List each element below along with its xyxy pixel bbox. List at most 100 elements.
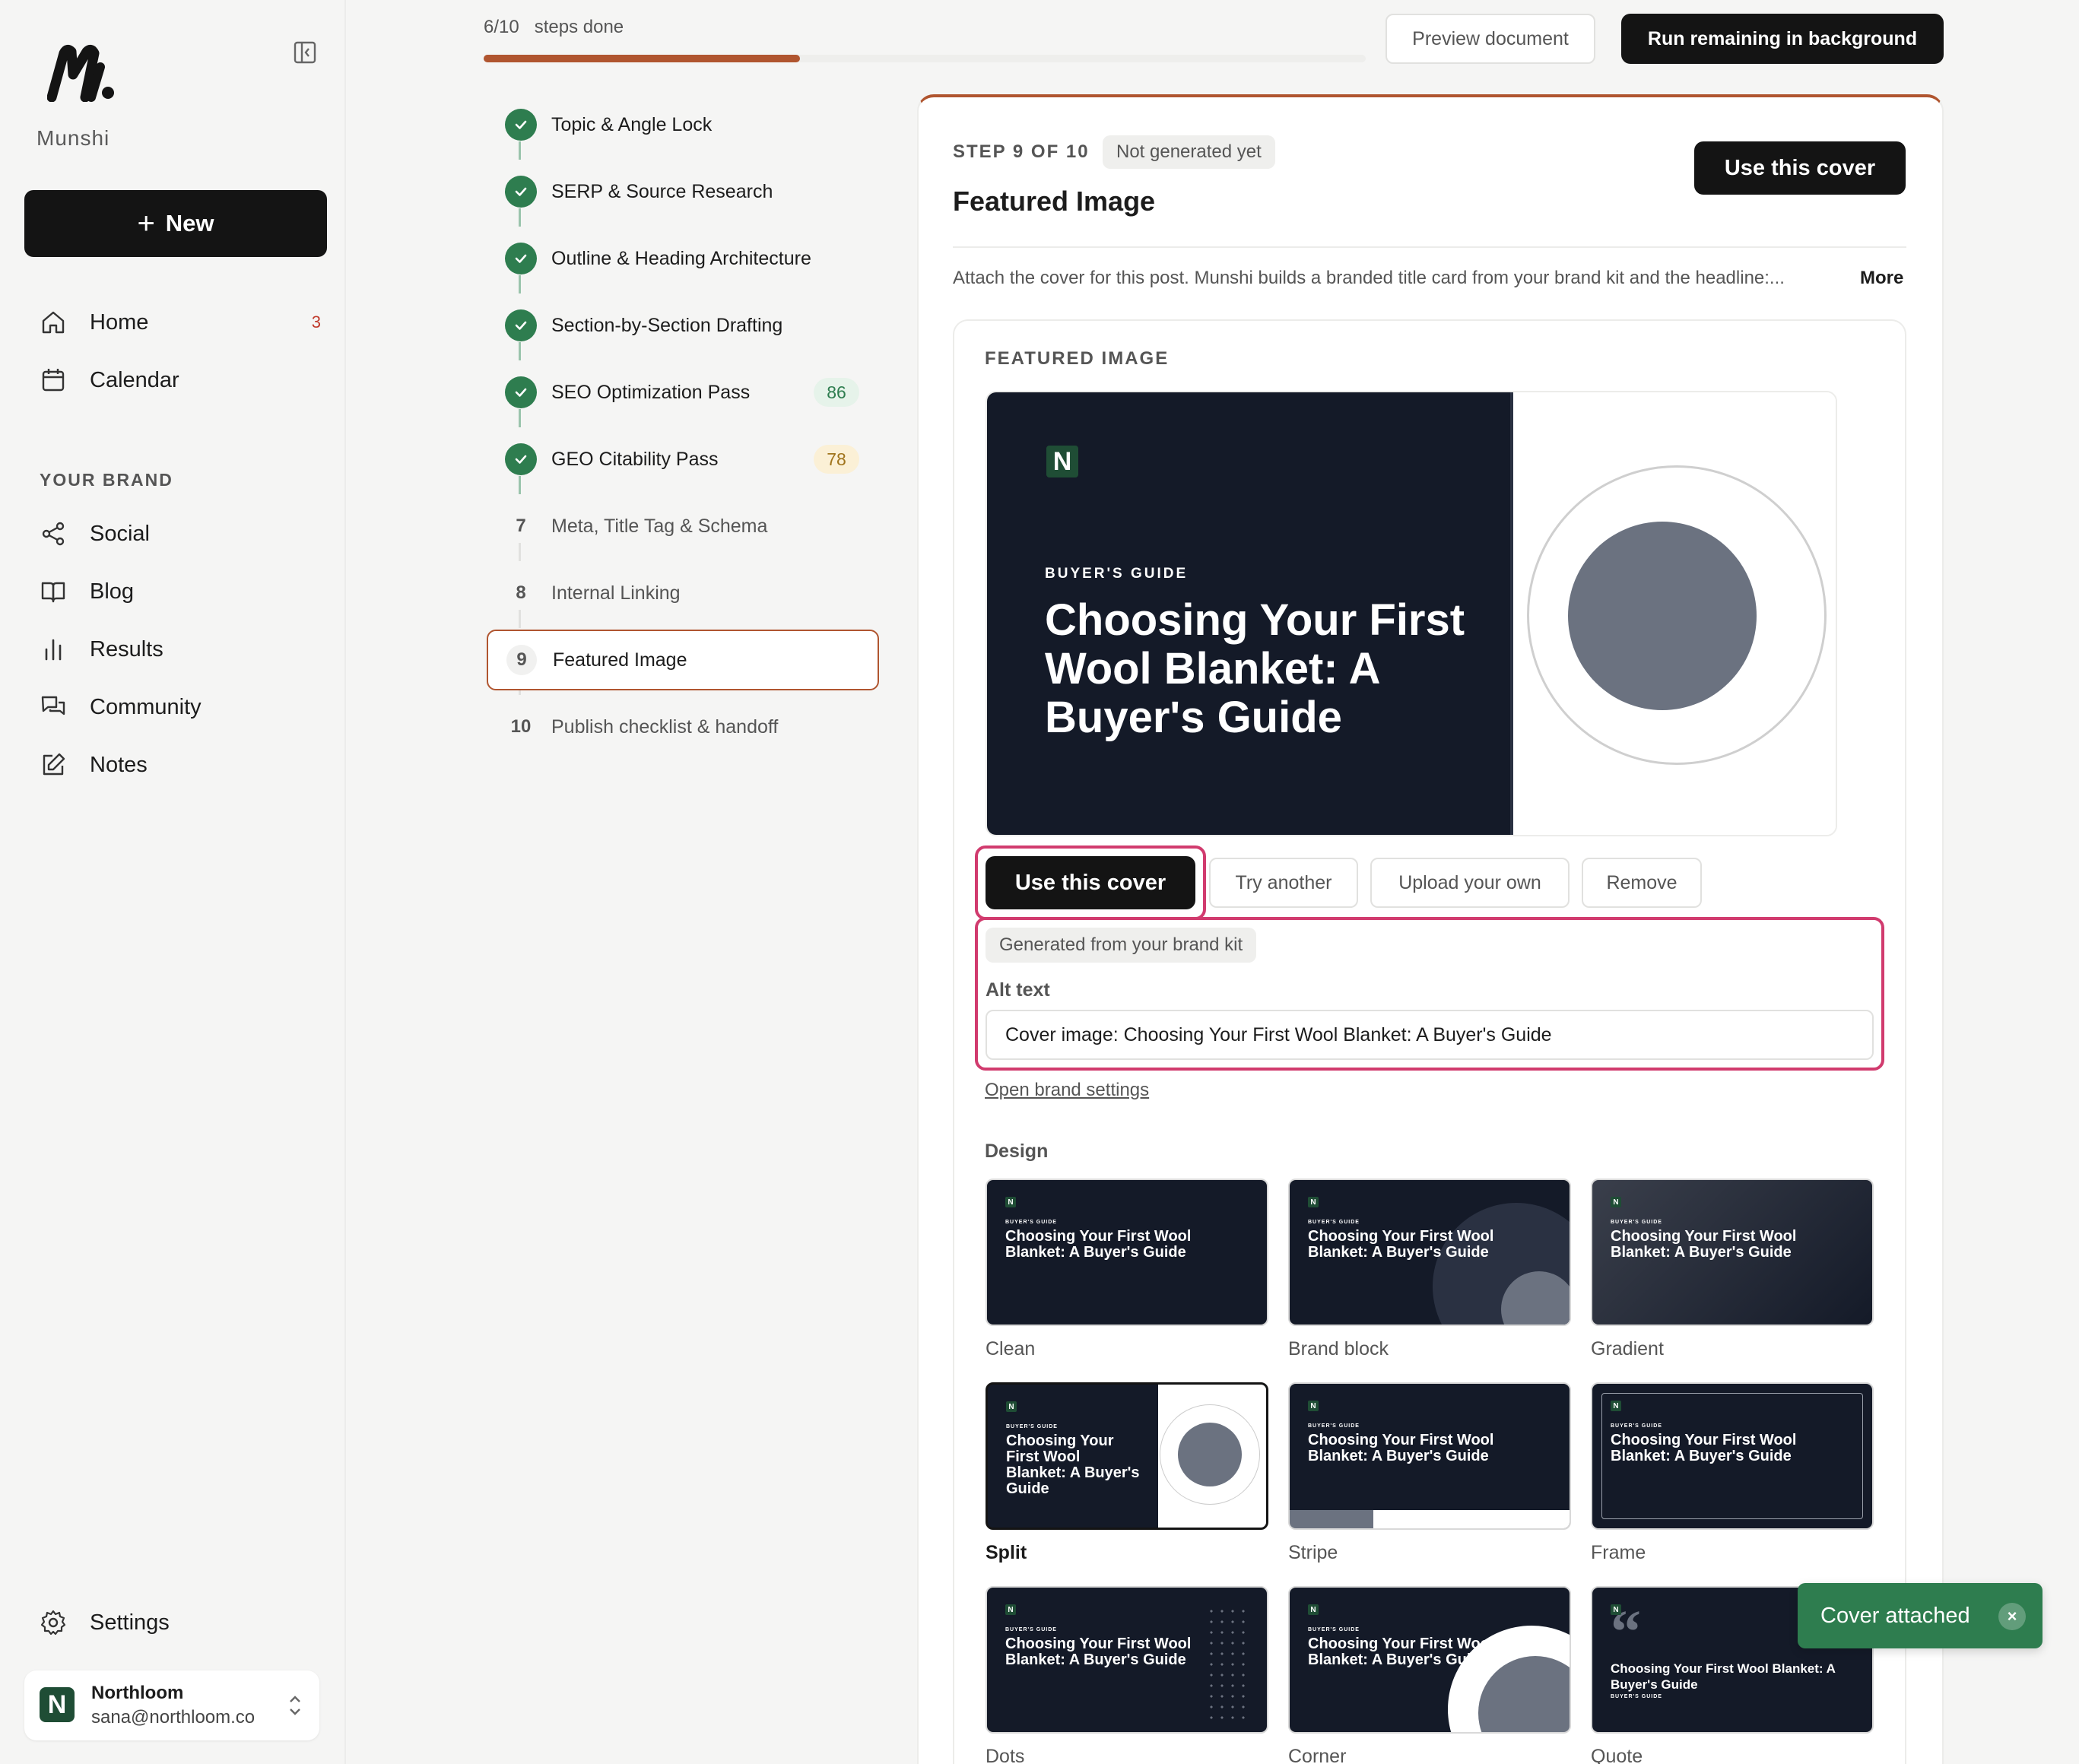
- design-heading: Design: [985, 1141, 1049, 1162]
- account-logo: N: [40, 1687, 75, 1722]
- sidebar-item-label: Social: [90, 521, 150, 546]
- step-item[interactable]: 8 Internal Linking: [487, 563, 879, 623]
- sidebar-item-notes[interactable]: Notes: [40, 747, 321, 783]
- step-label: Featured Image: [553, 649, 687, 671]
- thumb-logo: N: [1308, 1197, 1319, 1207]
- design-option-brand-block[interactable]: N BUYER'S GUIDE Choosing Your First Wool B…: [1288, 1179, 1571, 1326]
- brand-settings-link[interactable]: Open brand settings: [985, 1080, 1149, 1101]
- try-another-button[interactable]: Try another: [1209, 858, 1358, 908]
- step-count: STEP 9 OF 10: [953, 141, 1090, 162]
- sidebar-item-results[interactable]: Results: [40, 631, 321, 668]
- step-item[interactable]: 7 Meta, Title Tag & Schema: [487, 496, 879, 557]
- account-switcher[interactable]: N Northloom sana@northloom.co: [24, 1670, 319, 1740]
- divider: [953, 246, 1906, 248]
- step-item[interactable]: Outline & Heading Architecture: [487, 228, 879, 289]
- step-label: SEO Optimization Pass: [551, 381, 751, 403]
- cover-logo: N: [1046, 446, 1078, 477]
- sidebar-item-label: Calendar: [90, 367, 179, 392]
- preview-document-button[interactable]: Preview document: [1385, 14, 1595, 64]
- more-link[interactable]: More: [1860, 268, 1903, 289]
- remove-button[interactable]: Remove: [1582, 858, 1702, 908]
- step-item[interactable]: SEO Optimization Pass 86: [487, 362, 879, 423]
- progress-bar: [484, 55, 1366, 62]
- toast: Cover attached ×: [1798, 1583, 2042, 1648]
- check-icon: [505, 376, 537, 408]
- progress-label: steps done: [534, 17, 624, 37]
- sidebar-item-label: Blog: [90, 579, 135, 604]
- alt-text-input[interactable]: [986, 1010, 1874, 1060]
- design-caption: Frame: [1591, 1542, 1646, 1563]
- step-label: Publish checklist & handoff: [551, 715, 779, 738]
- thumb-kicker: BUYER'S GUIDE: [1308, 1220, 1360, 1225]
- design-option-stripe[interactable]: N BUYER'S GUIDE Choosing Your First Wool B…: [1288, 1382, 1571, 1530]
- step-label: Outline & Heading Architecture: [551, 247, 811, 269]
- thumb-title: Choosing Your First Wool Blanket: A Buye…: [1308, 1432, 1494, 1464]
- account-email: sana@northloom.co: [91, 1707, 256, 1728]
- design-caption: Corner: [1288, 1746, 1347, 1764]
- sidebar-item-label: Results: [90, 636, 163, 662]
- step-description: Attach the cover for this post. Munshi b…: [953, 268, 1785, 288]
- use-cover-button[interactable]: Use this cover: [986, 856, 1195, 909]
- cover-preview: N BUYER'S GUIDE Choosing Your First Wool…: [986, 391, 1837, 836]
- design-option-corner[interactable]: N BUYER'S GUIDE Choosing Your First Wool B…: [1288, 1586, 1571, 1734]
- sidebar-item-label: Community: [90, 694, 202, 719]
- thumb-kicker: BUYER'S GUIDE: [1308, 1423, 1360, 1429]
- alt-text-label: Alt text: [986, 979, 1050, 1001]
- design-option-split[interactable]: N BUYER'S GUIDE Choosing Your First Wool B…: [986, 1382, 1268, 1530]
- design-option-frame[interactable]: N BUYER'S GUIDE Choosing Your First Wool B…: [1591, 1382, 1874, 1530]
- step-item[interactable]: SERP & Source Research: [487, 161, 879, 222]
- close-icon[interactable]: ×: [1998, 1603, 2026, 1630]
- upload-own-button[interactable]: Upload your own: [1370, 858, 1570, 908]
- progress-count: 6/10: [484, 17, 519, 37]
- step-item[interactable]: Section-by-Section Drafting: [487, 295, 879, 356]
- step-label: SERP & Source Research: [551, 180, 773, 202]
- step-item[interactable]: Topic & Angle Lock: [487, 94, 879, 155]
- collapse-sidebar-icon[interactable]: [292, 40, 318, 65]
- step-item[interactable]: GEO Citability Pass 78: [487, 429, 879, 490]
- account-name: Northloom: [91, 1683, 184, 1703]
- progress-text: 6/10 steps done: [484, 17, 624, 38]
- thumb-logo: N: [1611, 1197, 1621, 1207]
- design-caption: Dots: [986, 1746, 1025, 1764]
- design-option-clean[interactable]: N BUYER'S GUIDE Choosing Your First Wool B…: [986, 1179, 1268, 1326]
- run-remaining-button[interactable]: Run remaining in background: [1621, 14, 1944, 64]
- thumb-title: Choosing Your First Wool Blanket: A Buye…: [1611, 1432, 1797, 1464]
- generated-badge: Generated from your brand kit: [986, 928, 1257, 963]
- step-number: 8: [516, 582, 526, 603]
- home-icon: [42, 311, 65, 334]
- sidebar-item-settings[interactable]: Settings: [40, 1604, 321, 1641]
- progress-fill: [484, 55, 801, 62]
- use-cover-header-button[interactable]: Use this cover: [1694, 141, 1906, 195]
- thumb-title: Choosing Your First Wool Blanket: A Buye…: [1308, 1228, 1494, 1261]
- thumb-kicker: BUYER'S GUIDE: [1308, 1627, 1360, 1632]
- step-label: Internal Linking: [551, 582, 681, 604]
- sidebar-item-calendar[interactable]: Calendar: [40, 362, 321, 398]
- design-option-gradient[interactable]: N BUYER'S GUIDE Choosing Your First Wool B…: [1591, 1179, 1874, 1326]
- plus-icon: +: [137, 207, 155, 240]
- calendar-icon: [42, 369, 65, 392]
- sidebar-item-blog[interactable]: Blog: [40, 573, 321, 610]
- step-item[interactable]: 10 Publish checklist & handoff: [487, 696, 879, 757]
- sidebar-item-social[interactable]: Social: [40, 516, 321, 552]
- design-option-dots[interactable]: N BUYER'S GUIDE Choosing Your First Wool B…: [986, 1586, 1268, 1734]
- chat-icon: [41, 696, 65, 715]
- design-caption: Brand block: [1288, 1338, 1389, 1359]
- munshi-logo[interactable]: [46, 44, 116, 103]
- sidebar-item-community[interactable]: Community: [40, 689, 321, 725]
- step-label: Section-by-Section Drafting: [551, 314, 783, 336]
- design-caption: Split: [986, 1542, 1027, 1563]
- cover-light-panel: [1510, 392, 1836, 835]
- toast-message: Cover attached: [1820, 1603, 1970, 1628]
- sidebar-item-label: Home: [90, 309, 149, 335]
- thumb-title: Choosing Your First Wool Blanket: A Buye…: [1611, 1228, 1797, 1261]
- thumb-logo: N: [1308, 1401, 1319, 1411]
- sidebar-item-home[interactable]: Home 3: [40, 304, 321, 341]
- share-icon: [42, 522, 65, 546]
- step-item[interactable]: 9 Featured Image: [487, 630, 879, 690]
- brand-name: Munshi: [37, 126, 110, 150]
- chevron-updown-icon: [290, 1696, 300, 1715]
- thumb-kicker: BUYER'S GUIDE: [1005, 1220, 1057, 1225]
- thumb-kicker: BUYER'S GUIDE: [1611, 1220, 1662, 1225]
- design-caption: Clean: [986, 1338, 1036, 1359]
- new-button[interactable]: + New: [24, 190, 327, 257]
